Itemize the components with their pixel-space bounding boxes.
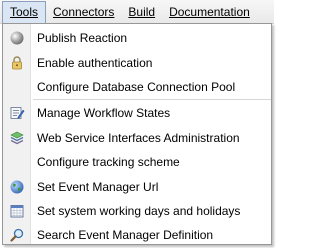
menu-item-label: Configure Database Connection Pool bbox=[37, 79, 236, 94]
menu-item-label: Manage Workflow States bbox=[37, 106, 171, 121]
menu-connectors-label: Connectors bbox=[53, 4, 115, 19]
edit-list-icon bbox=[3, 101, 30, 125]
menu-item-publish-reaction[interactable]: Publish Reaction bbox=[3, 26, 271, 50]
menu-item-label: Enable authentication bbox=[37, 55, 153, 70]
menu-item-search-event-manager-definition[interactable]: Search Event Manager Definition bbox=[3, 223, 271, 247]
menu-item-manage-workflow-states[interactable]: Manage Workflow States bbox=[3, 101, 271, 125]
search-icon bbox=[3, 223, 30, 247]
calendar-icon bbox=[3, 199, 30, 223]
menu-bar: Tools Connectors Build Documentation bbox=[0, 0, 274, 24]
menu-connectors[interactable]: Connectors bbox=[46, 1, 121, 23]
menu-item-set-event-manager-url[interactable]: Set Event Manager Url bbox=[3, 174, 271, 198]
globe-icon bbox=[3, 175, 30, 199]
menu-item-web-service-interfaces-administration[interactable]: Web Service Interfaces Administration bbox=[3, 126, 271, 150]
menu-documentation-label: Documentation bbox=[169, 4, 250, 19]
stack-icon bbox=[3, 126, 30, 150]
menu-item-label: Set Event Manager Url bbox=[37, 179, 159, 194]
menu-item-configure-database-connection-pool[interactable]: Configure Database Connection Pool bbox=[3, 75, 271, 99]
padlock-icon bbox=[3, 51, 30, 75]
menu-item-label: Search Event Manager Definition bbox=[37, 228, 214, 243]
menu-item-label: Publish Reaction bbox=[37, 31, 128, 46]
tools-dropdown-menu: Publish Reaction Enable authentication C… bbox=[2, 23, 272, 245]
menu-item-enable-authentication[interactable]: Enable authentication bbox=[3, 50, 271, 74]
menu-item-label: Set system working days and holidays bbox=[37, 203, 241, 218]
menu-tools[interactable]: Tools bbox=[2, 0, 47, 23]
menu-item-set-system-working-days-and-holidays[interactable]: Set system working days and holidays bbox=[3, 199, 271, 223]
tools-menu-list: Publish Reaction Enable authentication C… bbox=[3, 26, 271, 248]
menu-item-label: Web Service Interfaces Administration bbox=[37, 130, 240, 145]
menu-tools-label: Tools bbox=[10, 4, 39, 19]
menu-build[interactable]: Build bbox=[121, 1, 162, 23]
menu-build-label: Build bbox=[128, 4, 156, 19]
menu-item-configure-tracking-scheme[interactable]: Configure tracking scheme bbox=[3, 150, 271, 174]
gray-sphere-icon bbox=[3, 26, 30, 50]
menu-item-label: Configure tracking scheme bbox=[37, 155, 180, 170]
menu-documentation[interactable]: Documentation bbox=[162, 1, 257, 23]
